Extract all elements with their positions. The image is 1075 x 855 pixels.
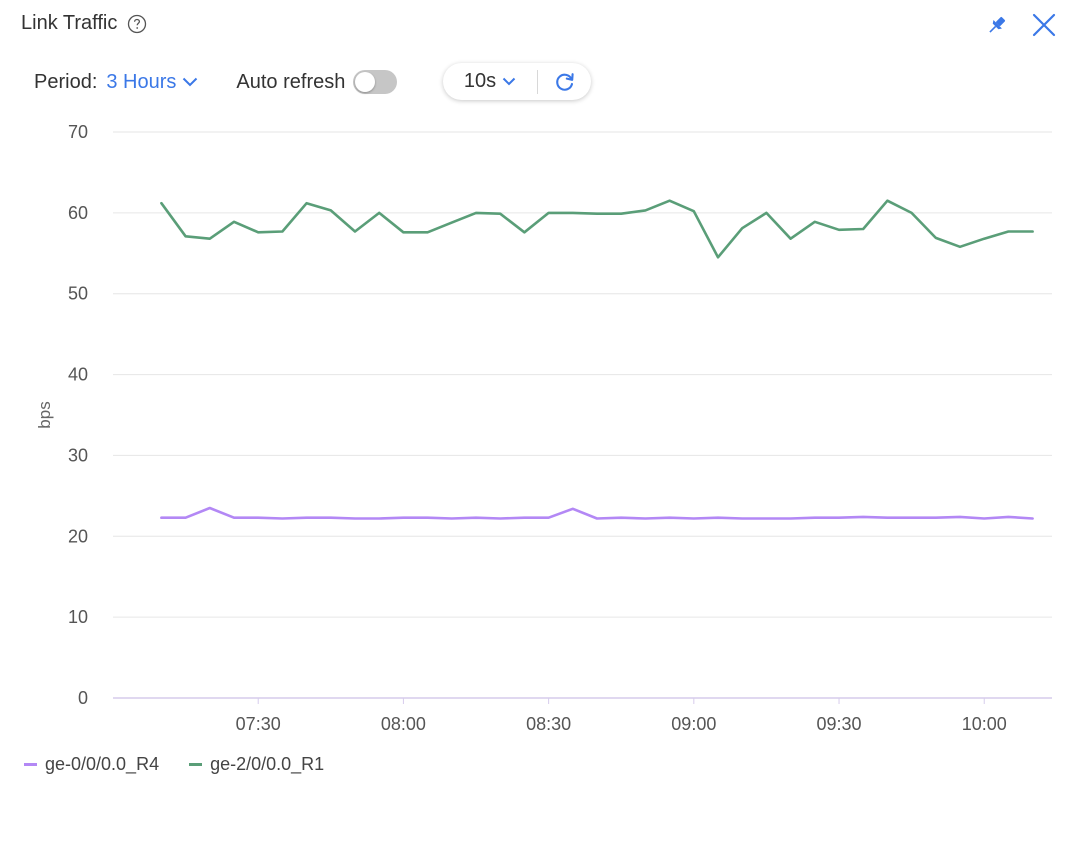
legend-swatch-r4 [24, 763, 37, 766]
series-line-r1 [160, 199, 1034, 259]
x-tick-label: 08:00 [381, 714, 426, 734]
legend-swatch-r1 [189, 763, 203, 766]
y-tick-label: 40 [68, 365, 88, 385]
legend-label-r4: ge-0/0/0.0_R4 [45, 754, 160, 774]
x-tick-label: 08:30 [526, 714, 571, 734]
x-tick-label: 07:30 [236, 714, 281, 734]
y-tick-label: 70 [68, 122, 88, 142]
x-tick-label: 09:30 [817, 714, 862, 734]
x-tick-label: 09:00 [671, 714, 716, 734]
x-tick-label: 10:00 [962, 714, 1007, 734]
y-tick-label: 20 [68, 526, 88, 546]
legend-item-r4[interactable]: ge-0/0/0.0_R4 [24, 754, 159, 775]
y-tick-label: 0 [78, 688, 88, 708]
y-tick-label: 10 [68, 607, 88, 627]
y-tick-label: 50 [68, 284, 88, 304]
link-traffic-chart: 0 10 20 30 40 50 60 70 07:30 08:00 08:30 09:00 09:30… [35, 122, 1052, 734]
y-tick-label: 60 [68, 203, 88, 223]
y-axis-label: bps [35, 401, 54, 428]
y-tick-label: 30 [68, 445, 88, 465]
series-line-r4 [160, 506, 1034, 520]
legend-label-r1: ge-2/0/0.0_R1 [210, 754, 325, 774]
chart-legend: ge-0/0/0.0_R4 ge-2/0/0.0_R1 [24, 754, 354, 775]
legend-item-r1[interactable]: ge-2/0/0.0_R1 [189, 754, 324, 775]
